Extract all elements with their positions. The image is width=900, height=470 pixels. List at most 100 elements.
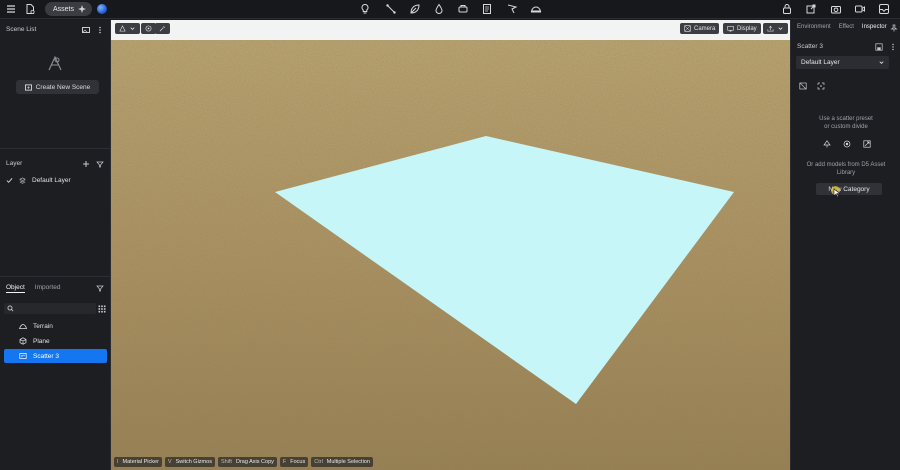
- create-new-scene-button[interactable]: Create New Scene: [16, 80, 99, 94]
- share-dropdown[interactable]: [763, 23, 788, 34]
- scene-render[interactable]: [111, 20, 790, 470]
- tab-object[interactable]: Object: [6, 284, 25, 293]
- create-new-scene-label: Create New Scene: [35, 83, 91, 91]
- tab-imported[interactable]: Imported: [35, 284, 61, 293]
- document-icon[interactable]: [480, 2, 494, 16]
- add-layer-icon[interactable]: [82, 160, 90, 168]
- bulb-icon[interactable]: [358, 2, 372, 16]
- layer-item-default[interactable]: Default Layer: [6, 177, 71, 184]
- leaf-icon[interactable]: [408, 2, 422, 16]
- drop-icon[interactable]: [432, 2, 446, 16]
- sky-icon[interactable]: [529, 2, 543, 16]
- hint-key: Ctrl: [314, 459, 323, 465]
- left-panel: Scene List Create New Scene Layer Defaul…: [0, 20, 111, 470]
- eyedropper-button[interactable]: [155, 23, 170, 34]
- divider: [0, 148, 111, 149]
- hint-key: F: [282, 459, 287, 465]
- eyedropper-icon: [159, 26, 165, 32]
- top-toolbar: Assets: [0, 0, 900, 19]
- cursor-icon: [833, 188, 841, 198]
- object-item-terrain[interactable]: Terrain: [4, 319, 107, 333]
- hint-key: I: [117, 459, 119, 465]
- tab-environment[interactable]: Environment: [797, 24, 831, 30]
- object-search-input[interactable]: [4, 303, 96, 314]
- tab-effect[interactable]: Effect: [839, 24, 854, 30]
- custom-area-icon[interactable]: [863, 140, 871, 148]
- save-preset-icon[interactable]: [875, 43, 883, 51]
- chevron-down-icon: [130, 27, 135, 30]
- right-tabs: Environment Effect Inspector: [797, 24, 887, 30]
- hint-label: Switch Gizmos: [175, 459, 212, 465]
- hint-key: V: [167, 459, 172, 465]
- path-icon[interactable]: [384, 2, 398, 16]
- assets-button[interactable]: Assets: [45, 2, 92, 16]
- empty-scene-icon: [48, 55, 62, 71]
- target-icon: [145, 25, 152, 32]
- vehicle-icon[interactable]: [456, 2, 470, 16]
- camera-button[interactable]: Camera: [680, 23, 720, 34]
- hint-material-picker: I Material Picker: [114, 457, 162, 467]
- camera-button-label: Camera: [694, 25, 716, 32]
- filter-icon[interactable]: [96, 284, 104, 292]
- object-item-plane[interactable]: Plane: [4, 334, 107, 348]
- right-panel: Environment Effect Inspector Scatter 3 D…: [790, 20, 900, 470]
- scene-list-title: Scene List: [6, 26, 37, 33]
- scatter-icon: [19, 353, 27, 359]
- object-tabs: Object Imported: [6, 284, 60, 293]
- pin-icon[interactable]: [890, 24, 898, 32]
- hint-switch-gizmos: V Switch Gizmos: [164, 457, 215, 467]
- export-icon[interactable]: [804, 2, 818, 16]
- image-icon[interactable]: [82, 26, 90, 34]
- filter-icon[interactable]: [96, 160, 104, 168]
- globe-icon[interactable]: [97, 4, 107, 14]
- sparkle-icon: [78, 5, 86, 13]
- grid-view-icon[interactable]: [98, 305, 106, 313]
- chevron-down-icon: [778, 27, 783, 30]
- layer-title: Layer: [6, 160, 23, 167]
- hint-label: Drag Axis Copy: [235, 459, 274, 465]
- flag-icon[interactable]: [505, 2, 519, 16]
- file-icon[interactable]: [23, 2, 37, 16]
- chevron-down-icon: [879, 61, 884, 64]
- share-icon: [767, 25, 774, 32]
- video-icon[interactable]: [853, 2, 867, 16]
- viewport-3d[interactable]: Camera Display I Material Picker V Switch …: [111, 20, 790, 470]
- check-icon[interactable]: [6, 177, 13, 184]
- tray-icon[interactable]: [877, 2, 891, 16]
- hint-text-2: or custom divide: [824, 124, 868, 130]
- more-icon[interactable]: [96, 26, 104, 34]
- scene-add-icon: [24, 83, 32, 91]
- more-icon[interactable]: [889, 43, 897, 51]
- hint-text-4: Library: [836, 170, 856, 176]
- hint-label: Focus: [290, 459, 306, 465]
- select-area-icon[interactable]: [817, 82, 825, 90]
- object-item-label: Scatter 3: [33, 352, 60, 360]
- object-item-scatter[interactable]: Scatter 3: [4, 349, 107, 363]
- new-category-button[interactable]: New Category: [816, 183, 882, 195]
- stone-icon[interactable]: [843, 140, 851, 148]
- camera-icon[interactable]: [829, 2, 843, 16]
- object-item-label: Plane: [33, 337, 50, 345]
- transform-icon: [119, 25, 126, 32]
- layer-item-label: Default Layer: [32, 177, 71, 184]
- inspector-title: Scatter 3: [797, 43, 824, 50]
- shortcut-hints: I Material Picker V Switch Gizmos Shift Dra…: [114, 457, 373, 467]
- tab-inspector[interactable]: Inspector: [862, 24, 887, 30]
- cube-icon: [19, 337, 27, 345]
- divider: [0, 276, 111, 277]
- hint-focus: F Focus: [279, 457, 309, 467]
- menu-icon[interactable]: [4, 2, 18, 16]
- assets-label: Assets: [53, 5, 75, 13]
- lock-icon[interactable]: [780, 2, 794, 16]
- layers-icon: [19, 177, 26, 184]
- hint-label: Material Picker: [122, 459, 159, 465]
- object-item-label: Terrain: [33, 322, 53, 330]
- layer-select-value: Default Layer: [801, 59, 840, 66]
- display-button[interactable]: Display: [723, 23, 761, 34]
- tree-icon[interactable]: [823, 140, 831, 148]
- transform-dropdown[interactable]: [115, 23, 140, 34]
- paint-area-icon[interactable]: [799, 82, 807, 90]
- camera-view-icon: [684, 25, 691, 32]
- snap-button[interactable]: [141, 23, 156, 34]
- layer-select[interactable]: Default Layer: [796, 56, 889, 69]
